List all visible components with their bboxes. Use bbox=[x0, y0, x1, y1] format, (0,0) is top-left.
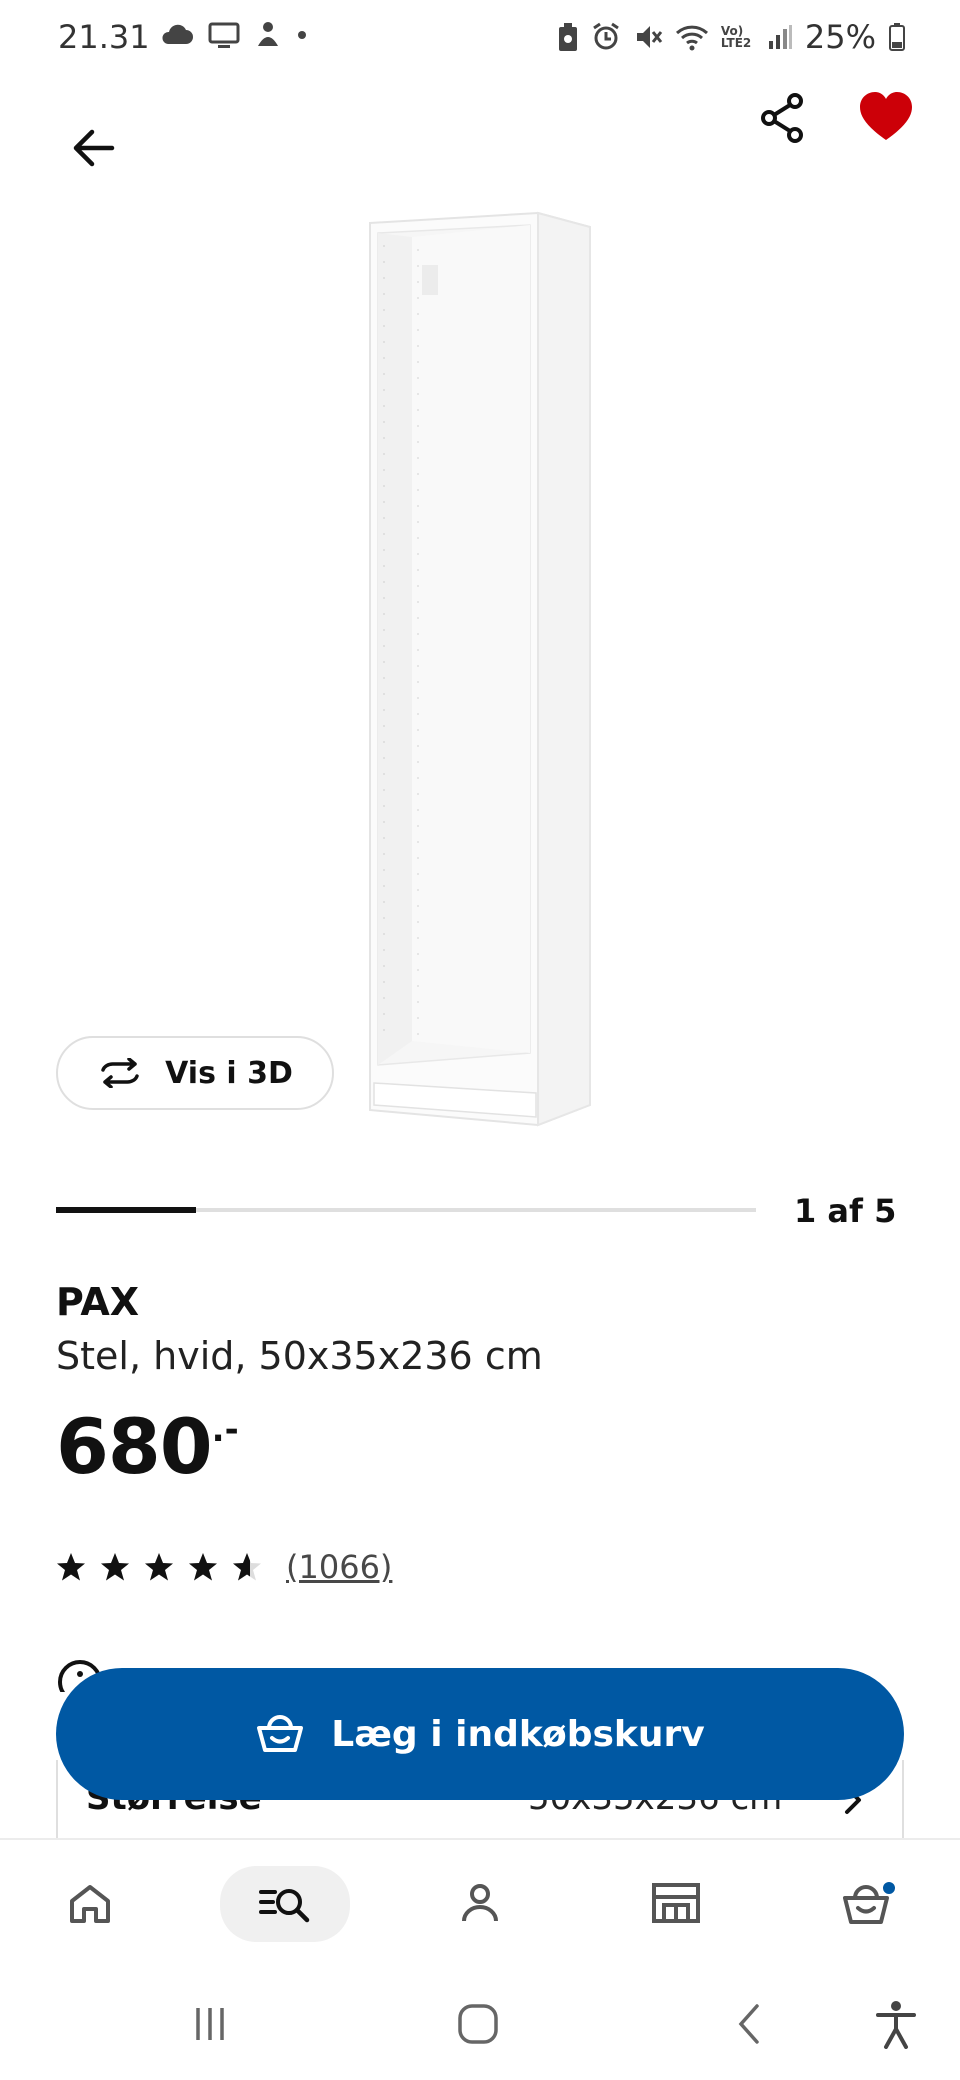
recents-icon bbox=[196, 2008, 224, 2040]
nav-search[interactable] bbox=[220, 1866, 350, 1942]
system-home-button[interactable] bbox=[448, 1994, 508, 2054]
share-button[interactable] bbox=[752, 88, 812, 148]
system-back-button[interactable] bbox=[718, 1994, 778, 2054]
cloud-icon bbox=[162, 24, 193, 44]
shopping-basket-icon bbox=[257, 1715, 304, 1752]
search-icon bbox=[259, 1889, 310, 1923]
tv-icon bbox=[208, 22, 240, 48]
view-3d-button[interactable]: Vis i 3D bbox=[56, 1036, 334, 1110]
nav-store[interactable] bbox=[636, 1868, 716, 1938]
app-notification-icon bbox=[258, 22, 278, 46]
rotate-3d-icon bbox=[101, 1058, 139, 1088]
favorite-button[interactable] bbox=[856, 88, 916, 148]
battery-percentage: 25% bbox=[804, 18, 876, 56]
wifi-icon bbox=[675, 25, 708, 51]
star-icon bbox=[233, 1553, 261, 1581]
status-time: 21.31 bbox=[58, 18, 150, 56]
add-to-cart-button[interactable]: Læg i indkøbskurv bbox=[56, 1668, 904, 1800]
signal-icon bbox=[768, 25, 792, 49]
review-count-link[interactable]: (1066) bbox=[286, 1548, 392, 1586]
system-navigation bbox=[0, 1968, 960, 2080]
rating-stars bbox=[56, 1552, 262, 1582]
add-to-cart-label: Læg i indkøbskurv bbox=[331, 1713, 705, 1755]
gallery-position-label: 1 af 5 bbox=[794, 1192, 897, 1230]
store-icon bbox=[652, 1883, 700, 1923]
star-icon bbox=[101, 1553, 129, 1581]
product-description: Stel, hvid, 50x35x236 cm bbox=[56, 1334, 543, 1378]
product-image[interactable] bbox=[360, 205, 600, 1135]
product-name: PAX bbox=[56, 1280, 140, 1324]
volte-icon: Vo) LTE2 bbox=[720, 24, 752, 50]
nav-home[interactable] bbox=[50, 1868, 130, 1938]
star-icon bbox=[57, 1553, 85, 1581]
accessibility-button[interactable] bbox=[866, 1994, 926, 2054]
nav-cart[interactable] bbox=[830, 1868, 910, 1938]
star-icon bbox=[189, 1553, 217, 1581]
back-button[interactable] bbox=[64, 118, 124, 178]
home-button-icon bbox=[458, 2004, 498, 2044]
arrow-left-icon bbox=[73, 129, 115, 167]
gallery-progress-fill bbox=[56, 1207, 196, 1213]
home-icon bbox=[70, 1885, 110, 1923]
gallery-progress-track bbox=[56, 1207, 756, 1213]
price-suffix: .- bbox=[211, 1410, 239, 1450]
bottom-navigation bbox=[0, 1838, 960, 1968]
recents-button[interactable] bbox=[180, 1994, 240, 2054]
cart-icon bbox=[843, 1880, 897, 1924]
status-bar: 21.31 Vo) LTE2 25% bbox=[0, 0, 960, 80]
alarm-icon bbox=[593, 22, 619, 50]
wardrobe-frame-image bbox=[369, 211, 591, 1127]
accessibility-icon bbox=[876, 2001, 916, 2049]
product-price: 680 .- bbox=[56, 1402, 239, 1491]
mute-icon bbox=[636, 26, 663, 48]
dot-icon bbox=[298, 31, 306, 39]
battery-icon bbox=[889, 23, 905, 51]
price-value: 680 bbox=[56, 1402, 213, 1491]
heart-icon bbox=[860, 92, 912, 140]
rating[interactable]: (1066) bbox=[56, 1548, 392, 1586]
status-right: Vo) LTE2 25% bbox=[557, 18, 906, 56]
back-icon bbox=[738, 2004, 759, 2044]
view-3d-label: Vis i 3D bbox=[165, 1055, 293, 1091]
status-left-icons bbox=[160, 20, 308, 50]
star-icon bbox=[145, 1553, 173, 1581]
battery-saver-icon bbox=[558, 23, 577, 51]
share-icon bbox=[761, 93, 803, 143]
nav-profile[interactable] bbox=[440, 1868, 520, 1938]
profile-icon bbox=[462, 1884, 498, 1922]
